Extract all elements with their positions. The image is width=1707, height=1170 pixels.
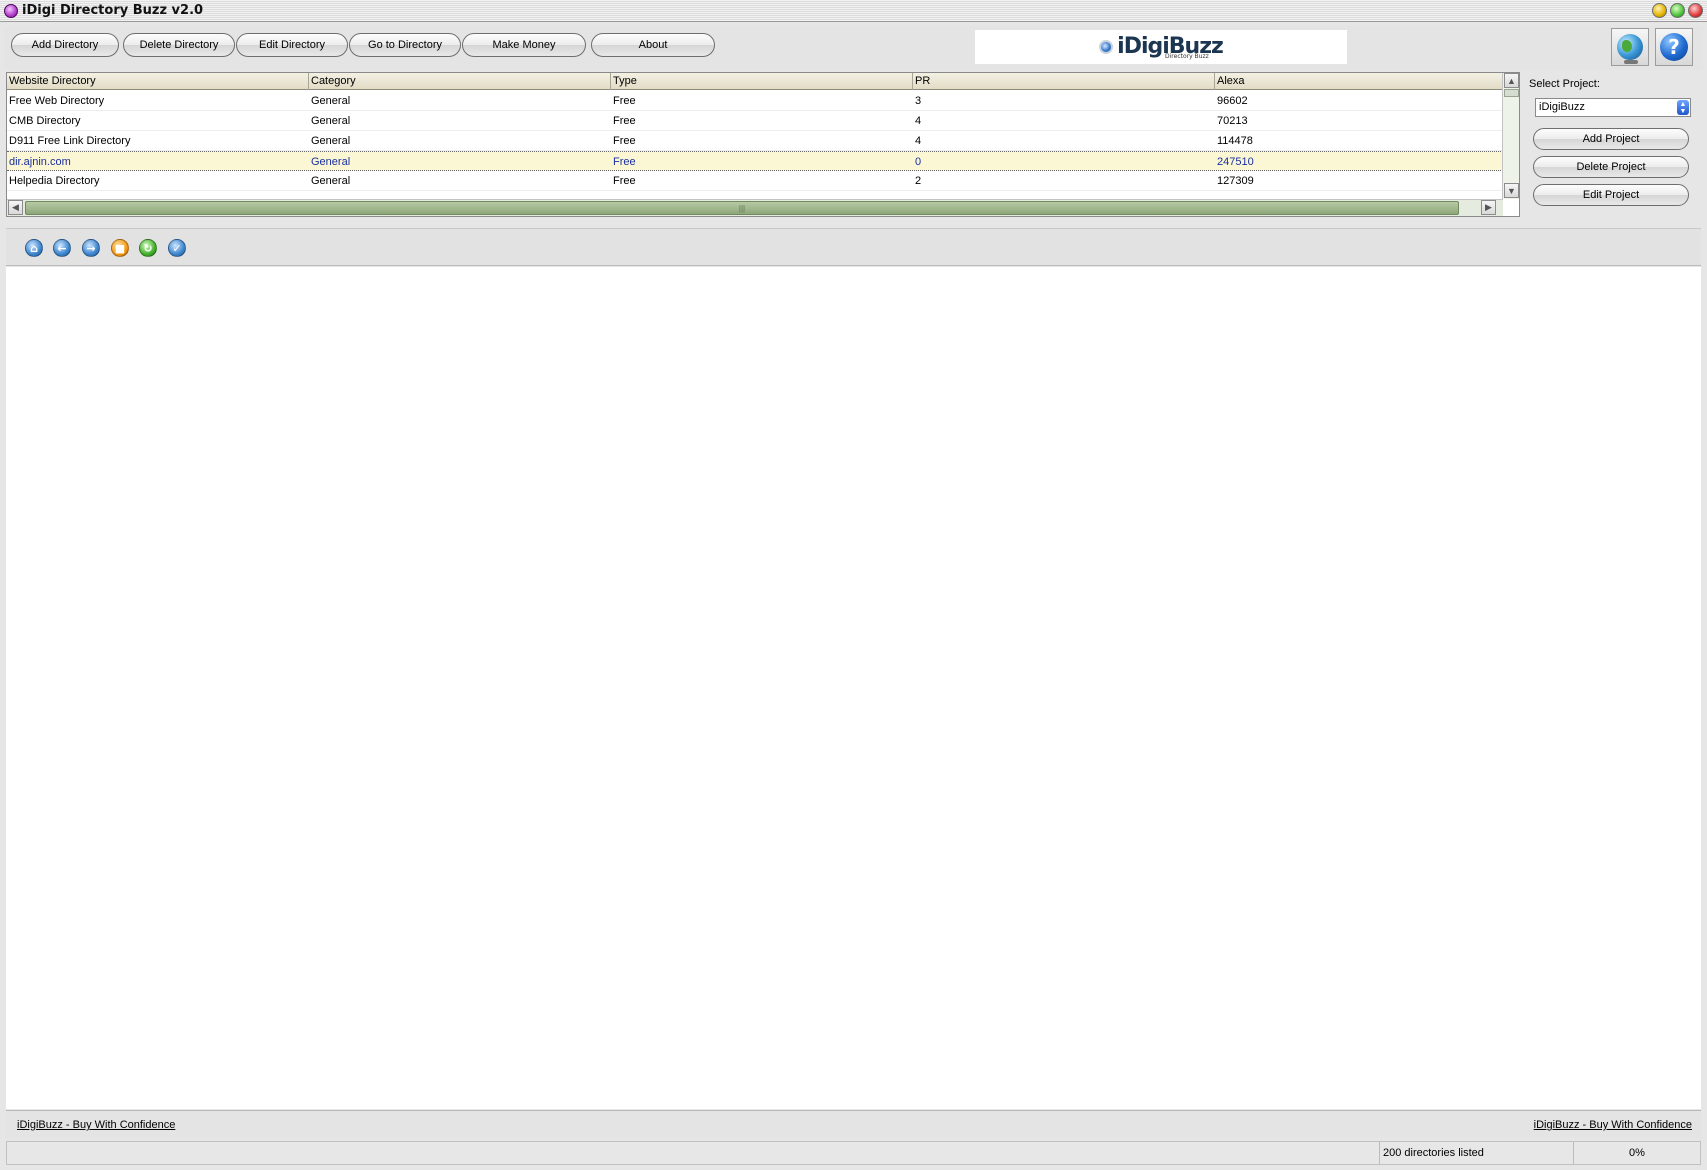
cell-pr: 4: [915, 135, 922, 147]
select-project-label: Select Project:: [1529, 78, 1600, 90]
cell-pr: 2: [915, 175, 922, 187]
go-to-directory-button[interactable]: Go to Directory: [349, 33, 461, 57]
close-button[interactable]: [1688, 3, 1703, 18]
table-header: Website Directory Category Type PR Alexa: [7, 73, 1503, 90]
table-horizontal-scrollbar[interactable]: ◀ ||| ▶: [7, 199, 1503, 216]
column-header-category[interactable]: Category: [309, 73, 611, 90]
globe-icon: [1617, 34, 1643, 60]
cell-category: General: [311, 175, 351, 187]
cell-pr: 0: [915, 156, 922, 168]
cell-alexa: 114478: [1217, 135, 1253, 147]
table-row[interactable]: Free Web Directory General Free 3 96602: [7, 91, 1503, 111]
cell-website-directory: D911 Free Link Directory: [9, 135, 131, 147]
back-icon[interactable]: ←: [53, 239, 71, 257]
cell-alexa: 96602: [1217, 95, 1248, 107]
logo-subtext: Directory Buzz: [1165, 53, 1209, 60]
footer-link-right[interactable]: iDigiBuzz - Buy With Confidence: [1534, 1119, 1692, 1131]
cell-category: General: [311, 115, 351, 127]
cell-pr: 4: [915, 115, 922, 127]
horizontal-scroll-thumb[interactable]: |||: [25, 201, 1459, 215]
add-directory-button[interactable]: Add Directory: [11, 33, 119, 57]
column-header-pr[interactable]: PR: [913, 73, 1215, 90]
cell-type: Free: [613, 175, 636, 187]
check-icon[interactable]: ✓: [168, 239, 186, 257]
browser-nav-bar: ⌂ ← → ■ ↻ ✓: [6, 228, 1701, 266]
directory-count-status: 200 directories listed: [1379, 1142, 1573, 1164]
delete-project-button[interactable]: Delete Project: [1533, 156, 1689, 178]
cell-alexa: 127309: [1217, 175, 1254, 187]
help-icon: ?: [1660, 33, 1688, 61]
footer-link-left[interactable]: iDigiBuzz - Buy With Confidence: [17, 1119, 175, 1131]
edit-project-button[interactable]: Edit Project: [1533, 184, 1689, 206]
logo-dot-icon: [1099, 40, 1114, 54]
scroll-right-icon[interactable]: ▶: [1481, 200, 1496, 215]
progress-status: 0%: [1573, 1142, 1700, 1164]
cell-pr: 3: [915, 95, 922, 107]
edit-directory-button[interactable]: Edit Directory: [236, 33, 348, 57]
cell-website-directory: dir.ajnin.com: [9, 156, 71, 168]
cell-website-directory: Free Web Directory: [9, 95, 105, 107]
column-header-website-directory[interactable]: Website Directory: [7, 73, 309, 90]
column-header-type[interactable]: Type: [611, 73, 913, 90]
window-title: iDigi Directory Buzz v2.0: [22, 3, 204, 18]
cell-alexa: 247510: [1217, 156, 1254, 168]
table-row[interactable]: D911 Free Link Directory General Free 4 …: [7, 131, 1503, 151]
table-row-selected[interactable]: dir.ajnin.com General Free 0 247510: [7, 151, 1503, 171]
browser-content-area[interactable]: [6, 267, 1701, 1109]
delete-directory-button[interactable]: Delete Directory: [123, 33, 235, 57]
project-panel: Select Project: iDigiBuzz ▲ ▼ Add Project…: [1522, 72, 1703, 222]
help-button[interactable]: ?: [1655, 28, 1693, 66]
main-toolbar: Add Directory Delete Directory Edit Dire…: [4, 26, 1703, 70]
select-arrows-icon[interactable]: ▲ ▼: [1677, 100, 1689, 115]
cell-alexa: 70213: [1217, 115, 1248, 127]
refresh-icon[interactable]: ↻: [139, 239, 157, 257]
cell-type: Free: [613, 135, 636, 147]
cell-website-directory: Helpedia Directory: [9, 175, 100, 187]
status-bar: 200 directories listed 0%: [6, 1141, 1701, 1165]
forward-icon[interactable]: →: [82, 239, 100, 257]
minimize-button[interactable]: [1652, 3, 1667, 18]
globe-stand: [1624, 60, 1638, 64]
add-project-button[interactable]: Add Project: [1533, 128, 1689, 150]
scroll-up-icon[interactable]: ▲: [1504, 73, 1519, 88]
table-body: Free Web Directory General Free 3 96602 …: [7, 91, 1503, 191]
directory-table[interactable]: Website Directory Category Type PR Alexa…: [6, 72, 1520, 217]
footer: iDigiBuzz - Buy With Confidence iDigiBuz…: [6, 1110, 1701, 1138]
window-controls: [1652, 3, 1703, 18]
title-bar[interactable]: iDigi Directory Buzz v2.0: [0, 0, 1707, 22]
column-header-alexa[interactable]: Alexa: [1215, 73, 1503, 90]
maximize-button[interactable]: [1670, 3, 1685, 18]
vertical-scroll-thumb[interactable]: [1504, 89, 1519, 97]
scroll-left-icon[interactable]: ◀: [8, 200, 23, 215]
project-select[interactable]: iDigiBuzz ▲ ▼: [1535, 98, 1691, 117]
cell-type: Free: [613, 156, 636, 168]
home-icon[interactable]: ⌂: [25, 239, 43, 257]
cell-category: General: [311, 95, 351, 107]
table-vertical-scrollbar[interactable]: ▲ ▼: [1502, 73, 1519, 199]
stop-icon[interactable]: ■: [111, 239, 129, 257]
about-button[interactable]: About: [591, 33, 715, 57]
table-row[interactable]: Helpedia Directory General Free 2 127309: [7, 171, 1503, 191]
globe-button[interactable]: [1611, 28, 1649, 66]
brand-logo: iDigiBuzz Directory Buzz: [975, 30, 1347, 64]
table-row[interactable]: CMB Directory General Free 4 70213: [7, 111, 1503, 131]
project-select-value: iDigiBuzz: [1539, 101, 1585, 113]
app-icon: [4, 3, 18, 18]
cell-category: General: [311, 156, 351, 168]
cell-type: Free: [613, 115, 636, 127]
cell-website-directory: CMB Directory: [9, 115, 81, 127]
make-money-button[interactable]: Make Money: [462, 33, 586, 57]
cell-category: General: [311, 135, 351, 147]
scroll-down-icon[interactable]: ▼: [1504, 183, 1519, 198]
cell-type: Free: [613, 95, 636, 107]
